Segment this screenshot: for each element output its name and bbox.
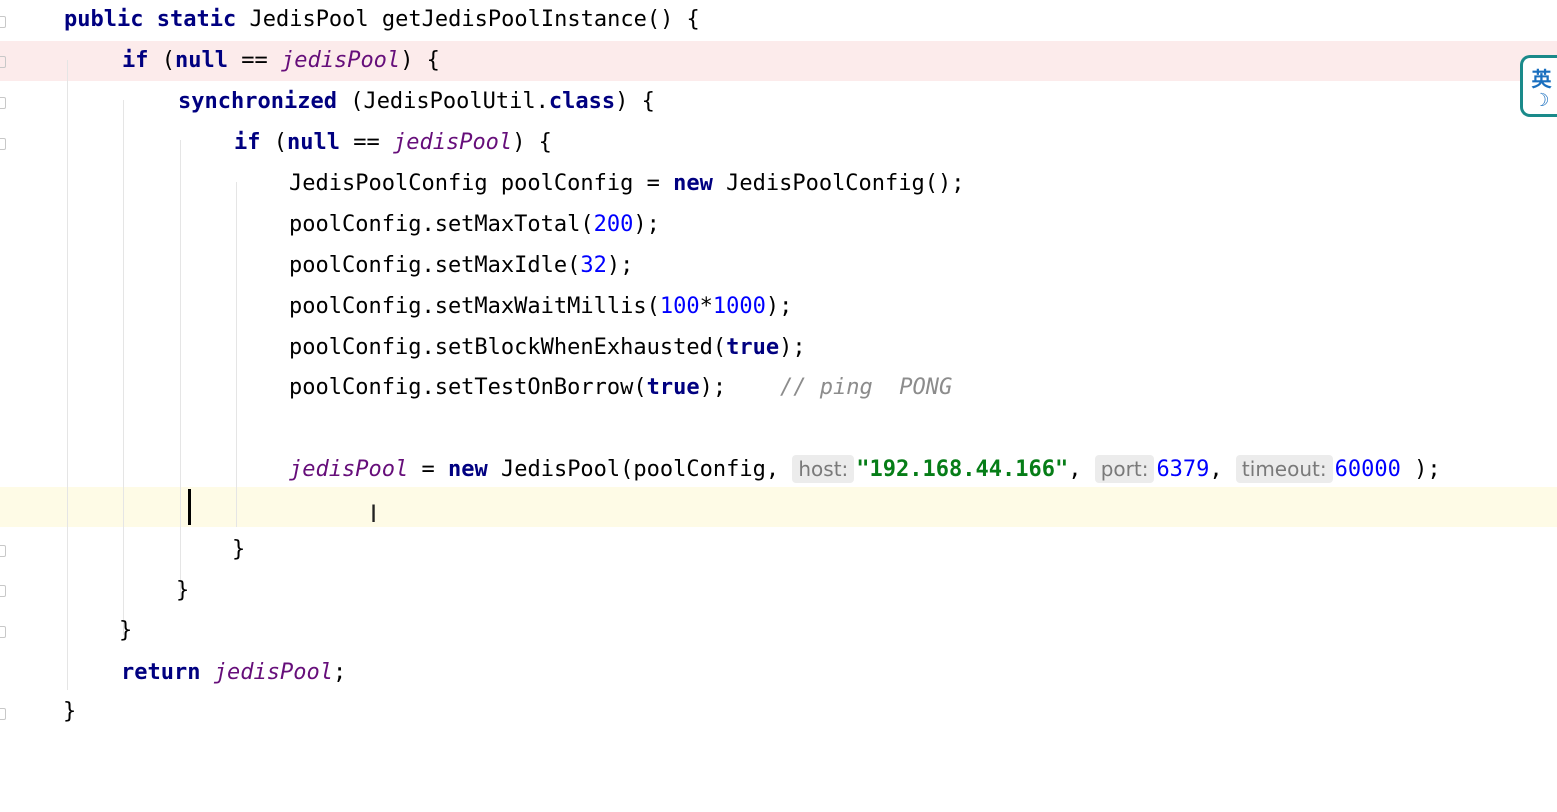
keyword: public: [64, 7, 144, 32]
text-caret: [188, 489, 191, 525]
code-line-17: return jedisPool;: [121, 660, 347, 685]
ime-english-icon: 英: [1531, 66, 1552, 91]
param-hint-timeout: timeout:: [1235, 455, 1333, 483]
code-line-5: JedisPoolConfig poolConfig = new JedisPo…: [289, 171, 965, 196]
string-literal: "192.168.44.166": [856, 457, 1069, 482]
code-line-18: }: [63, 699, 77, 724]
field-reference: jedisPool: [280, 48, 401, 73]
method-signature: JedisPool getJedisPoolInstance() {: [236, 7, 700, 32]
code-editor[interactable]: public static JedisPool getJedisPoolInst…: [0, 0, 1557, 736]
code-line-8: poolConfig.setMaxWaitMillis(100*1000);: [289, 294, 793, 319]
code-line-4: if (null == jedisPool) {: [234, 130, 552, 155]
code-line-7: poolConfig.setMaxIdle(32);: [289, 253, 634, 278]
param-hint-port: port:: [1094, 455, 1155, 483]
field-reference: jedisPool: [213, 660, 333, 685]
ibeam-cursor-icon: I: [370, 500, 378, 528]
keyword: static: [156, 7, 237, 32]
code-line-6: poolConfig.setMaxTotal(200);: [289, 212, 660, 237]
moon-icon: ☽: [1533, 89, 1550, 111]
code-line-3: synchronized (JedisPoolUtil.class) {: [178, 89, 655, 114]
field-reference: jedisPool: [392, 130, 513, 155]
code-line-2: if (null == jedisPool) {: [122, 48, 440, 73]
field-reference: jedisPool: [289, 457, 409, 482]
ime-language-indicator[interactable]: 英 ☽: [1520, 55, 1557, 117]
code-line-9: poolConfig.setBlockWhenExhausted(true);: [289, 335, 806, 360]
param-hint-host: host:: [792, 455, 855, 483]
code-line-15: }: [176, 578, 190, 603]
code-line-10: poolConfig.setTestOnBorrow(true); // pin…: [0, 368, 1557, 408]
code-comment: // ping PONG: [780, 375, 953, 400]
code-line-16: }: [119, 618, 133, 643]
code-line-1: public static JedisPool getJedisPoolInst…: [0, 0, 1557, 40]
caret-line-highlight: [0, 487, 1557, 527]
code-line-12: jedisPool = new JedisPool(poolConfig, ho…: [289, 455, 1441, 483]
code-line-14: }: [232, 537, 246, 562]
